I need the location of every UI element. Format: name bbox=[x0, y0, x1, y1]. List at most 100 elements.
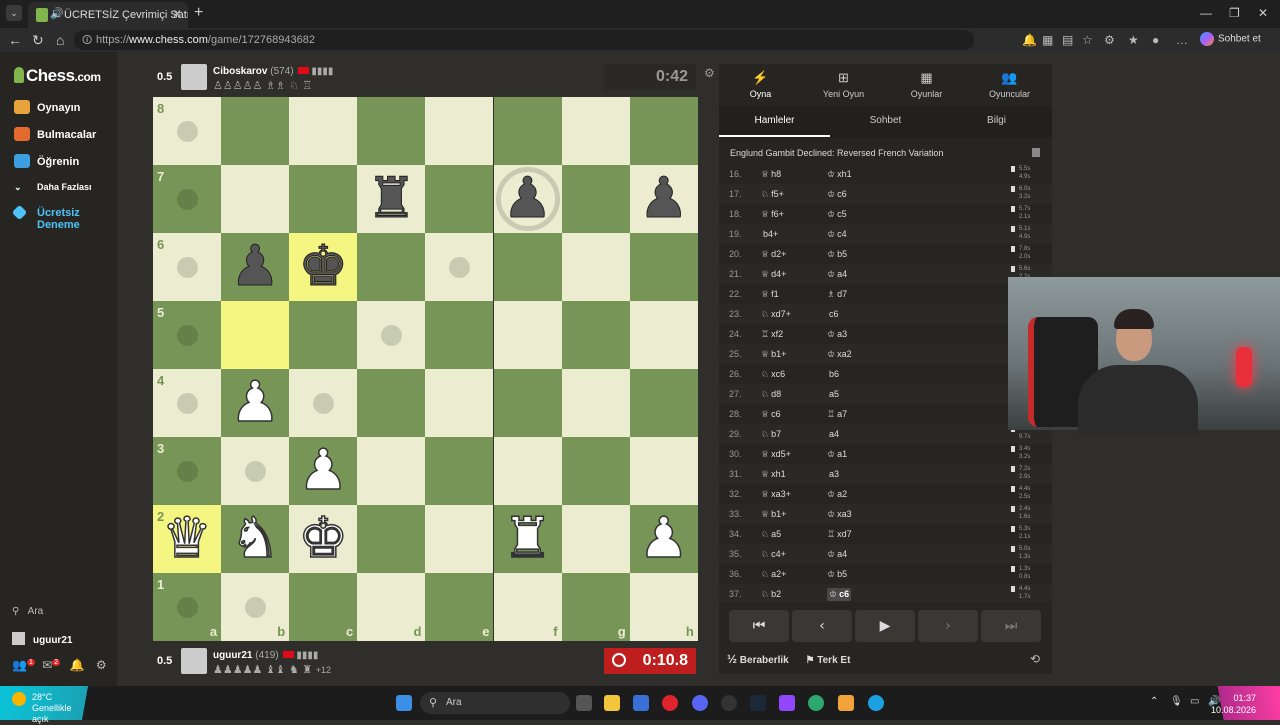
white-rook-piece[interactable]: ♜ bbox=[494, 505, 562, 573]
white-move[interactable]: ♘ f5+ bbox=[761, 189, 784, 200]
black-pawn-piece[interactable]: ♟ bbox=[494, 165, 562, 233]
new-tab-button[interactable]: + bbox=[194, 4, 203, 22]
extensions-icon[interactable]: ⚙ bbox=[1104, 33, 1115, 47]
white-move[interactable]: ♘ d8 bbox=[761, 389, 781, 400]
square-e4[interactable] bbox=[425, 369, 494, 437]
steam-icon[interactable] bbox=[750, 695, 766, 711]
square-h6[interactable] bbox=[629, 233, 698, 301]
tab-games[interactable]: ▦ Oyunlar bbox=[885, 70, 968, 99]
bell-icon[interactable]: 🔔 bbox=[70, 658, 85, 672]
square-h2[interactable]: ♟ bbox=[629, 505, 698, 573]
black-move[interactable]: ♔ b5 bbox=[827, 249, 847, 260]
bottom-player-name-row[interactable]: uguur21 (419) ▮▮▮▮ bbox=[213, 650, 318, 661]
black-move[interactable]: a4 bbox=[827, 429, 839, 440]
black-move[interactable]: ♔ a1 bbox=[827, 449, 847, 460]
square-d2[interactable] bbox=[357, 505, 426, 573]
square-b4[interactable]: ♟ bbox=[221, 369, 290, 437]
square-c1[interactable]: c bbox=[289, 573, 358, 641]
chess-logo[interactable]: Chess.com bbox=[14, 66, 101, 86]
move-hint[interactable] bbox=[313, 393, 335, 414]
move-hint[interactable] bbox=[177, 325, 198, 346]
flip-board-icon[interactable]: ⟲ bbox=[1030, 652, 1040, 666]
black-move[interactable]: ♔ a4 bbox=[827, 269, 847, 280]
white-pawn-piece[interactable]: ♟ bbox=[289, 437, 357, 505]
minimize-button[interactable]: — bbox=[1200, 6, 1212, 20]
white-pawn-piece[interactable]: ♟ bbox=[221, 369, 289, 437]
square-f1[interactable]: f bbox=[493, 573, 562, 641]
chess-board[interactable]: 8 7 ♜ ♟ ♟ 6 ♟ ♚ 5 4 ♟ 3 ♟ 2 ♛ ♞ ♚ ♜ ♟ 1 … bbox=[153, 97, 698, 641]
black-move[interactable]: ♔ b5 bbox=[827, 569, 847, 580]
board-settings-gear-icon[interactable]: ⚙ bbox=[704, 66, 715, 80]
square-d5[interactable] bbox=[357, 301, 426, 369]
draw-button[interactable]: ½ Beraberlik bbox=[727, 652, 789, 666]
trash-icon[interactable] bbox=[1032, 148, 1040, 157]
opening-name[interactable]: Englund Gambit Declined: Reversed French… bbox=[730, 148, 943, 158]
mic-icon[interactable]: 🎙 bbox=[1170, 696, 1183, 707]
sidebar-item-free-trial[interactable]: Ücretsiz Deneme bbox=[11, 204, 104, 231]
chevron-up-icon[interactable]: ⌃ bbox=[1150, 696, 1158, 707]
white-move[interactable]: ♘ a5 bbox=[761, 529, 781, 540]
weather-widget[interactable]: 28°C Genellikle açık bbox=[12, 692, 72, 724]
square-b7[interactable] bbox=[221, 165, 290, 233]
resign-button[interactable]: ⚑ Terk Et bbox=[806, 655, 851, 666]
white-move[interactable]: ♖ xf2 bbox=[761, 329, 783, 340]
square-g2[interactable] bbox=[561, 505, 630, 573]
back-icon[interactable]: ← bbox=[8, 32, 22, 48]
square-g4[interactable] bbox=[561, 369, 630, 437]
tab-info[interactable]: Bilgi bbox=[941, 115, 1052, 126]
square-a2[interactable]: 2 ♛ bbox=[153, 505, 222, 573]
square-a1[interactable]: 1a bbox=[153, 573, 222, 641]
mail-icon[interactable]: ✉ bbox=[42, 658, 52, 672]
edge-icon[interactable] bbox=[868, 695, 884, 711]
url-field[interactable]: 🛈 https://www.chess.com/game/17276894368… bbox=[74, 30, 974, 50]
white-move[interactable]: ♕ b1+ bbox=[761, 509, 786, 520]
avatar[interactable] bbox=[181, 64, 207, 90]
square-a6[interactable]: 6 bbox=[153, 233, 222, 301]
square-h3[interactable] bbox=[629, 437, 698, 505]
square-a8[interactable]: 8 bbox=[153, 97, 222, 165]
square-f5[interactable] bbox=[493, 301, 562, 369]
white-pawn-piece[interactable]: ♟ bbox=[630, 505, 698, 573]
task-view-icon[interactable] bbox=[576, 695, 592, 711]
site-info-icon[interactable]: 🛈 bbox=[82, 33, 92, 50]
first-move-button[interactable]: ⏮ bbox=[729, 610, 789, 642]
square-b5[interactable] bbox=[221, 301, 290, 369]
discord-icon[interactable] bbox=[692, 695, 708, 711]
square-c8[interactable] bbox=[289, 97, 358, 165]
black-pawn-piece[interactable]: ♟ bbox=[221, 233, 289, 301]
black-move[interactable]: ♔ c4 bbox=[827, 229, 847, 240]
last-move-button[interactable]: ⏭ bbox=[981, 610, 1041, 642]
start-menu-icon[interactable] bbox=[396, 695, 412, 711]
white-move[interactable]: ♕ f6+ bbox=[761, 209, 784, 220]
app-icon[interactable] bbox=[838, 695, 854, 711]
white-move[interactable]: ♕ xh1 bbox=[761, 469, 786, 480]
gear-icon[interactable]: ⚙ bbox=[96, 658, 107, 672]
square-h5[interactable] bbox=[629, 301, 698, 369]
white-move[interactable]: ♕ xa3+ bbox=[761, 489, 791, 500]
square-b8[interactable] bbox=[221, 97, 290, 165]
square-a4[interactable]: 4 bbox=[153, 369, 222, 437]
speaker-icon[interactable]: 🔊 bbox=[50, 7, 64, 20]
white-king-piece[interactable]: ♚ bbox=[289, 505, 357, 573]
white-move[interactable]: ♕ h8 bbox=[761, 169, 781, 180]
square-e6[interactable] bbox=[425, 233, 494, 301]
file-explorer-icon[interactable] bbox=[604, 695, 620, 711]
white-move[interactable]: ♘ a2+ bbox=[761, 569, 786, 580]
white-move[interactable]: ♘ xd7+ bbox=[761, 309, 791, 320]
next-move-button[interactable]: › bbox=[918, 610, 978, 642]
square-c5[interactable] bbox=[289, 301, 358, 369]
tab-list-button[interactable]: ⌄ bbox=[6, 5, 22, 21]
black-move[interactable]: ♔ c5 bbox=[827, 209, 847, 220]
taskbar-clock[interactable]: 01:37 10.08.2026 bbox=[1211, 692, 1256, 716]
sidebar-item-more[interactable]: ⌄ Daha Fazlası bbox=[14, 182, 92, 193]
move-hint[interactable] bbox=[449, 257, 471, 278]
square-f7[interactable]: ♟ bbox=[493, 165, 562, 233]
move-hint[interactable] bbox=[177, 461, 198, 482]
square-e3[interactable] bbox=[425, 437, 494, 505]
reader-icon[interactable]: ▤ bbox=[1062, 33, 1073, 47]
black-move[interactable]: c6 bbox=[827, 309, 839, 320]
apps-icon[interactable]: ▦ bbox=[1042, 33, 1053, 47]
move-hint[interactable] bbox=[177, 257, 198, 278]
square-g3[interactable] bbox=[561, 437, 630, 505]
tab-players[interactable]: 👥 Oyuncular bbox=[968, 70, 1051, 99]
